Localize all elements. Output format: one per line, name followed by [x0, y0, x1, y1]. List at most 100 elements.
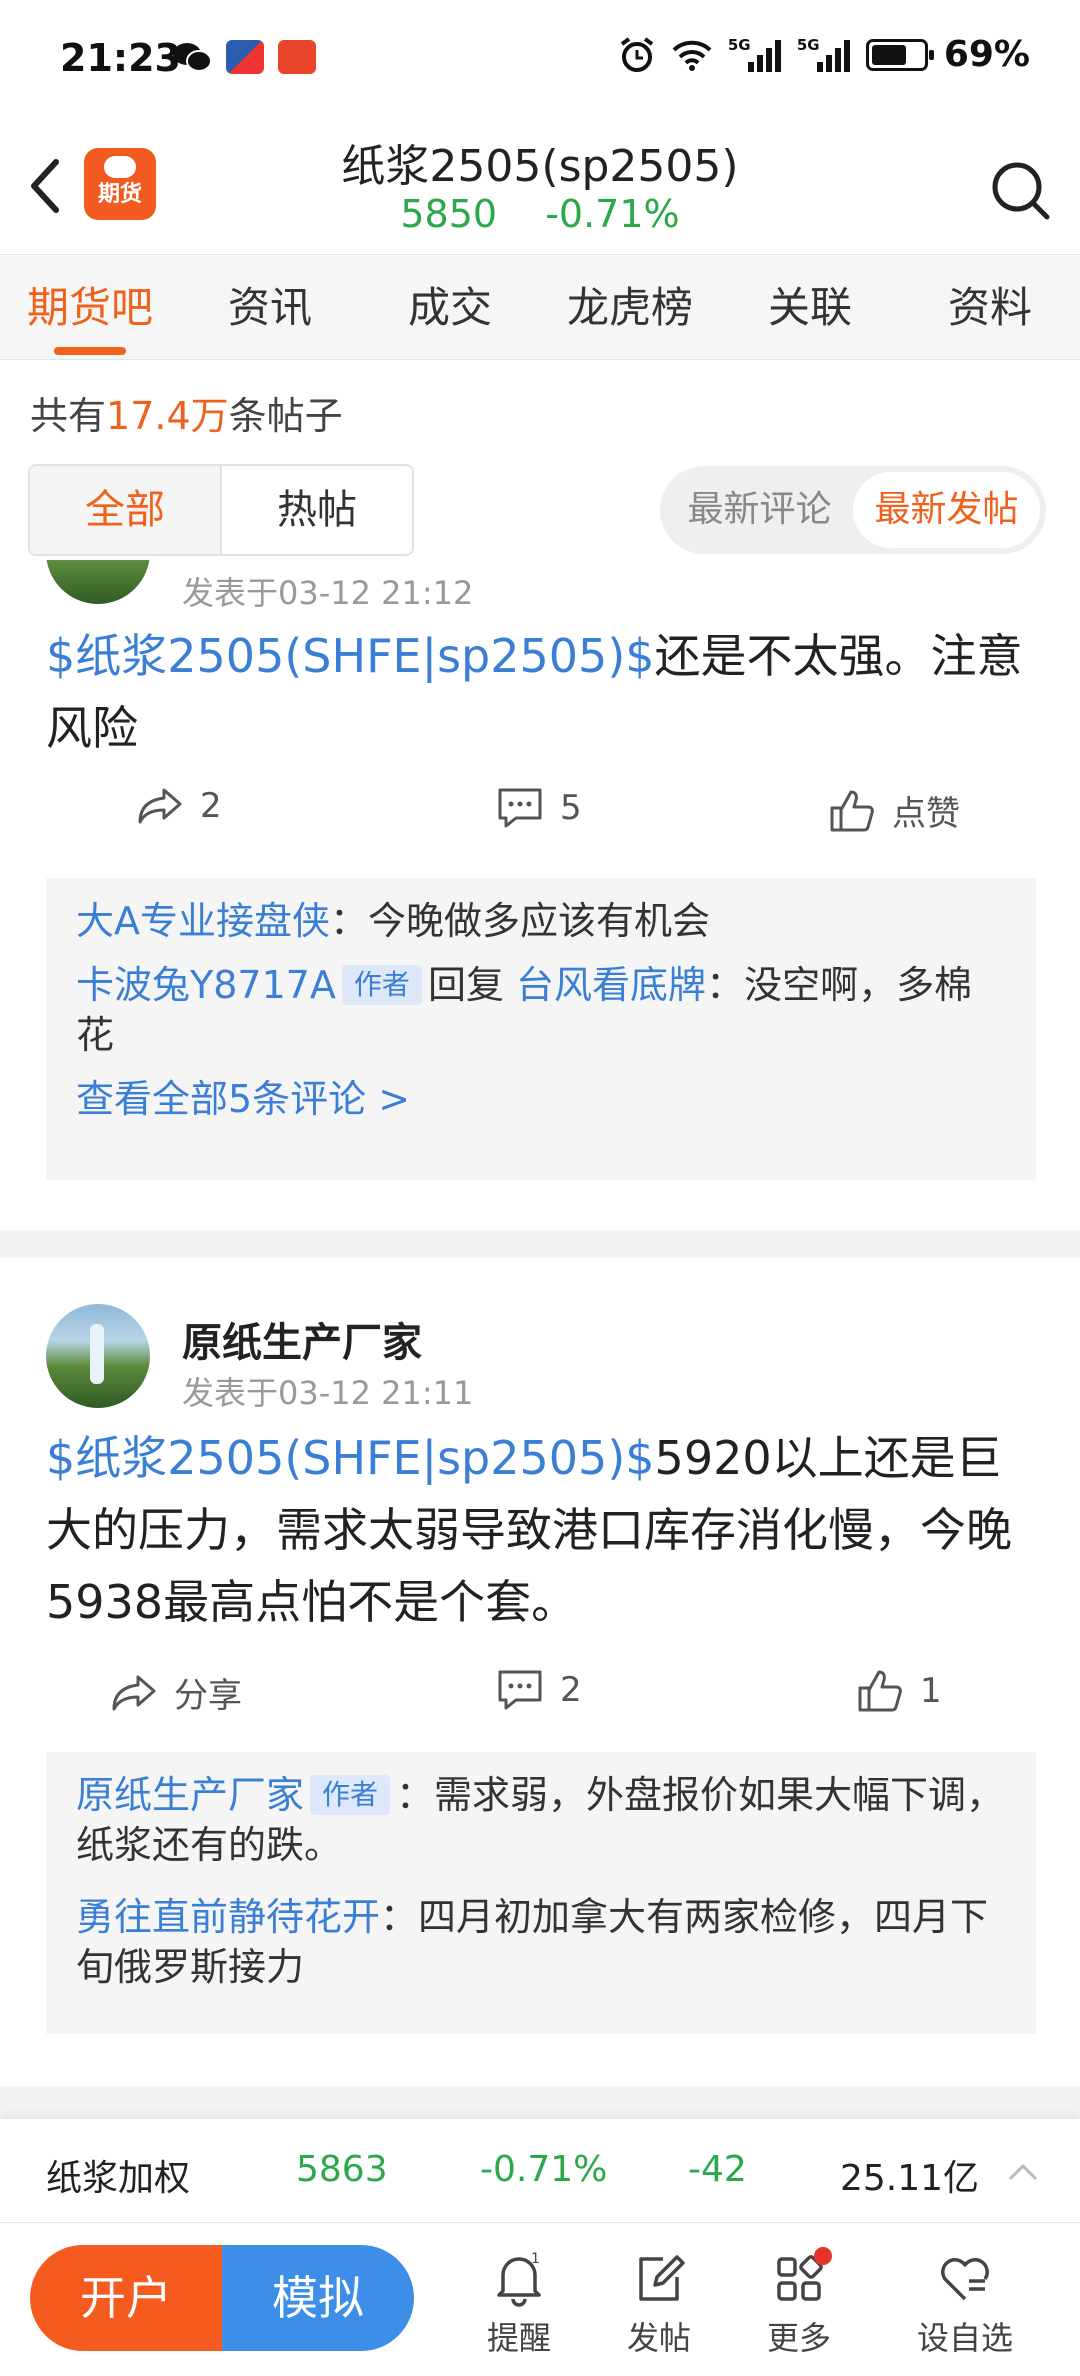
status-right: 5G 5G 69%	[618, 34, 1030, 75]
comment-button[interactable]: 5	[496, 786, 582, 830]
share-count: 2	[200, 786, 222, 826]
share-label: 分享	[174, 1676, 242, 1716]
search-icon[interactable]	[988, 158, 1052, 222]
count-number: 17.4万	[106, 394, 229, 438]
tab-trades[interactable]: 成交	[360, 256, 540, 359]
post-card[interactable]: 发表于03-12 21:12 $纸浆2505(SHFE|sp2505)$还是不太…	[0, 560, 1080, 1235]
post-actions: 2 5 点赞	[0, 786, 1080, 846]
simulate-button[interactable]: 模拟	[222, 2245, 414, 2351]
post-time: 发表于03-12 21:12	[182, 574, 474, 612]
tab-futures-bar[interactable]: 期货吧	[0, 256, 180, 359]
heart-add-icon	[941, 2258, 989, 2301]
like-count: 1	[920, 1671, 942, 1711]
share-button[interactable]: 2	[136, 786, 222, 826]
tab-news[interactable]: 资讯	[180, 256, 360, 359]
open-account-button[interactable]: 开户	[30, 2245, 222, 2351]
thumbs-up-icon	[830, 790, 874, 831]
tab-rankings[interactable]: 龙虎榜	[540, 256, 720, 359]
divider	[0, 2086, 1080, 2118]
count-suffix: 条帖子	[228, 394, 343, 438]
status-bar: 21:23 5G 5G 69%	[0, 0, 1080, 110]
quote-bar[interactable]: 纸浆加权 5863 -0.71% -42 25.11亿	[0, 2118, 1080, 2222]
nav-post[interactable]: 发帖	[604, 2251, 714, 2359]
view-all-comments-link[interactable]: 查看全部5条评论 >	[76, 1074, 1006, 1124]
nav-remind[interactable]: 1 提醒	[464, 2251, 574, 2359]
pingan-bank-icon	[278, 40, 316, 74]
comment-user[interactable]: 大A专业接盘侠	[76, 899, 330, 943]
post-content[interactable]: $纸浆2505(SHFE|sp2505)$5920以上还是巨大的压力，需求太弱导…	[46, 1422, 1036, 1638]
network-type: 5G	[727, 35, 751, 54]
comment-count: 5	[560, 788, 582, 828]
battery-percent: 69%	[943, 34, 1030, 75]
post-author[interactable]: 原纸生产厂家	[182, 1310, 422, 1368]
header: 期货 纸浆2505(sp2505) 5850 -0.71%	[0, 110, 1080, 255]
alarm-icon	[620, 36, 653, 72]
comment-item[interactable]: 原纸生产厂家 作者 ：需求弱，外盘报价如果大幅下调，纸浆还有的跌。	[76, 1770, 1006, 1870]
sort-latest-post[interactable]: 最新发帖	[853, 472, 1040, 548]
reply-to-user[interactable]: 台风看底牌	[516, 963, 706, 1007]
post-tag[interactable]: $纸浆2505(SHFE|sp2505)$	[46, 629, 655, 683]
signal-icon: 5G	[727, 35, 781, 72]
comment-preview[interactable]: 大A专业接盘侠：今晚做多应该有机会 卡波兔Y8717A 作者 回复 台风看底牌：没空…	[46, 878, 1036, 1180]
divider	[0, 1230, 1080, 1258]
avatar[interactable]	[46, 1304, 150, 1408]
notification-icons	[172, 40, 316, 74]
post-tag[interactable]: $纸浆2505(SHFE|sp2505)$	[46, 1431, 655, 1485]
comment-item[interactable]: 大A专业接盘侠：今晚做多应该有机会	[76, 896, 1006, 946]
comment-item[interactable]: 卡波兔Y8717A 作者 回复 台风看底牌：没空啊，多棉花	[76, 960, 1006, 1060]
nav-post-label: 发帖	[626, 2319, 691, 2357]
page-title: 纸浆2505(sp2505)	[341, 141, 739, 192]
comment-preview[interactable]: 原纸生产厂家 作者 ：需求弱，外盘报价如果大幅下调，纸浆还有的跌。 勇往直前静待花开…	[46, 1752, 1036, 2034]
quote-price: 5863	[296, 2149, 388, 2190]
edit-icon	[639, 2255, 685, 2301]
comment-count: 2	[560, 1670, 582, 1710]
tab-bar: 期货吧 资讯 成交 龙虎榜 关联 资料	[0, 256, 1080, 360]
like-label: 点赞	[892, 794, 960, 834]
network-type-2: 5G	[796, 35, 820, 54]
bell-icon: 1	[497, 2251, 541, 2307]
battery-icon	[865, 38, 934, 71]
post-card[interactable]: 原纸生产厂家 发表于03-12 21:11 $纸浆2505(SHFE|sp250…	[0, 1258, 1080, 2068]
quote-pct: -0.71%	[480, 2149, 608, 2190]
comment-icon	[498, 788, 542, 828]
signal-icon-2: 5G	[796, 35, 850, 72]
tab-info[interactable]: 资料	[900, 256, 1080, 359]
like-button[interactable]: 1	[856, 1668, 942, 1714]
header-change: -0.71%	[545, 192, 680, 236]
notification-dot	[814, 2247, 832, 2265]
header-quote: 5850 -0.71%	[0, 192, 1080, 236]
tab-related[interactable]: 关联	[720, 256, 900, 359]
author-badge: 作者	[341, 965, 422, 1005]
share-button[interactable]: 分享	[110, 1668, 242, 1717]
comment-user[interactable]: 卡波兔Y8717A	[76, 963, 336, 1007]
bottom-nav: 开户 模拟 1 提醒 发帖 更多 设自选	[0, 2222, 1080, 2376]
post-actions: 分享 2 1	[0, 1668, 1080, 1728]
filter-hot-button[interactable]: 热帖	[222, 466, 412, 554]
nav-more-label: 更多	[766, 2319, 831, 2357]
chevron-up-icon[interactable]	[1006, 2155, 1040, 2189]
sort-toggle: 最新评论 最新发帖	[660, 466, 1046, 554]
comment-button[interactable]: 2	[496, 1668, 582, 1712]
sort-latest-comment[interactable]: 最新评论	[666, 472, 853, 548]
like-button[interactable]: 点赞	[828, 786, 960, 835]
comment-item[interactable]: 勇往直前静待花开：四月初加拿大有两家检修，四月下旬俄罗斯接力	[76, 1892, 1006, 1992]
thumbs-up-icon	[858, 1670, 902, 1712]
post-content[interactable]: $纸浆2505(SHFE|sp2505)$还是不太强。注意风险	[46, 620, 1036, 764]
author-badge: 作者	[310, 1775, 391, 1815]
wifi-icon	[672, 40, 712, 71]
count-prefix: 共有	[30, 394, 107, 438]
post-count: 共有17.4万条帖子	[30, 385, 343, 440]
header-price: 5850	[400, 192, 498, 236]
nav-watchlist[interactable]: 设自选	[900, 2251, 1030, 2359]
quote-volume: 25.11亿	[840, 2158, 980, 2199]
nav-more[interactable]: 更多	[744, 2247, 854, 2359]
comment-user[interactable]: 原纸生产厂家	[76, 1773, 304, 1817]
filter-all-button[interactable]: 全部	[30, 466, 222, 554]
comment-icon	[498, 1670, 542, 1710]
comment-user[interactable]: 勇往直前静待花开	[76, 1895, 380, 1939]
comment-text: ：今晚做多应该有机会	[330, 899, 711, 943]
post-time: 发表于03-12 21:11	[182, 1374, 474, 1412]
quote-name: 纸浆加权	[46, 2158, 191, 2199]
remind-count: 1	[531, 2251, 540, 2267]
bank-app-icon	[226, 40, 264, 74]
